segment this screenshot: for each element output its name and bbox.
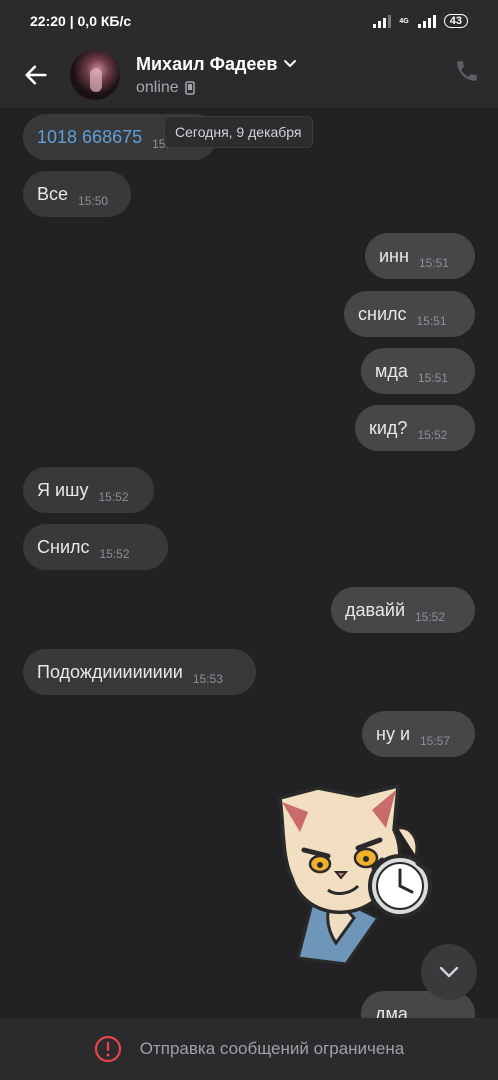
message-outgoing[interactable]: кид? 15:52 [355, 405, 475, 451]
message-time: 15:51 [416, 314, 447, 328]
message-text: давайй [345, 599, 405, 620]
avatar[interactable] [70, 50, 120, 100]
message-text: снилс [358, 303, 407, 324]
message-text: Все [37, 183, 69, 204]
message-time: 15:57 [420, 734, 451, 748]
message-outgoing[interactable]: инн 15:51 [365, 233, 475, 279]
clock: 22:20 [30, 13, 66, 29]
message-text: Подождииииииии [37, 661, 183, 682]
message-incoming[interactable]: Я ишу 15:52 [23, 467, 154, 513]
status-bar: 22:20 | 0,0 КБ/с 4G 43 [0, 0, 498, 42]
message-time: 15:50 [78, 194, 109, 208]
message-time: 15:53 [192, 672, 223, 686]
message-time: 15:52 [99, 547, 130, 561]
message-text: дма [375, 1003, 408, 1019]
phone-call-icon[interactable] [454, 58, 480, 84]
contact-name: Михаил Фадеев [136, 53, 278, 74]
message-text: инн [379, 245, 409, 266]
composer-restricted-banner: Отправка сообщений ограничена [0, 1018, 498, 1080]
message-incoming[interactable]: Подождииииииии 15:53 [23, 649, 256, 695]
status-separator: | [65, 13, 78, 29]
signal-icon [373, 14, 392, 28]
message-time: 15:52 [98, 490, 129, 504]
message-time: 15:51 [418, 256, 449, 270]
message-incoming[interactable]: Все 15:50 [23, 171, 131, 217]
message-time: 15:52 [415, 610, 446, 624]
message-outgoing[interactable]: мда 15:51 [361, 348, 475, 394]
scroll-down-icon [439, 966, 459, 978]
date-chip: Сегодня, 9 декабря [164, 116, 313, 148]
message-time: 15:52 [417, 428, 448, 442]
restriction-text: Отправка сообщений ограничена [139, 1039, 405, 1058]
back-arrow-icon[interactable] [22, 61, 50, 89]
message-incoming[interactable]: Снилс 15:52 [23, 524, 168, 570]
message-outgoing[interactable]: ну и 15:57 [362, 711, 475, 757]
warning-icon [94, 1035, 121, 1063]
network-speed: 0,0 КБ/с [77, 13, 132, 29]
battery-icon: 43 [443, 14, 468, 28]
signal-icon-2 [417, 14, 436, 28]
message-outgoing[interactable]: снилс 15:51 [344, 291, 475, 337]
message-text: мда [375, 360, 408, 381]
chat-header: Михаил Фадеев online [0, 42, 498, 108]
message-text: Снилс [37, 536, 90, 557]
chevron-down-icon [284, 60, 297, 68]
message-text: ну и [376, 723, 410, 744]
contact-status: online [136, 78, 179, 96]
message-text: Я ишу [37, 479, 89, 500]
message-time: 15:51 [417, 371, 448, 385]
message-list[interactable]: 1018 668675 15:50 Сегодня, 9 декабря Все… [0, 108, 498, 1018]
scroll-down-button[interactable] [421, 944, 477, 1000]
message-outgoing[interactable]: давайй 15:52 [331, 587, 475, 633]
message-text: кид? [369, 417, 408, 438]
contact-info[interactable]: Михаил Фадеев online [136, 54, 297, 97]
message-text[interactable]: 1018 668675 [37, 127, 142, 148]
phone-device-icon [184, 80, 195, 95]
cat-clock-sticker[interactable] [258, 768, 438, 968]
network-type: 4G [399, 17, 409, 25]
